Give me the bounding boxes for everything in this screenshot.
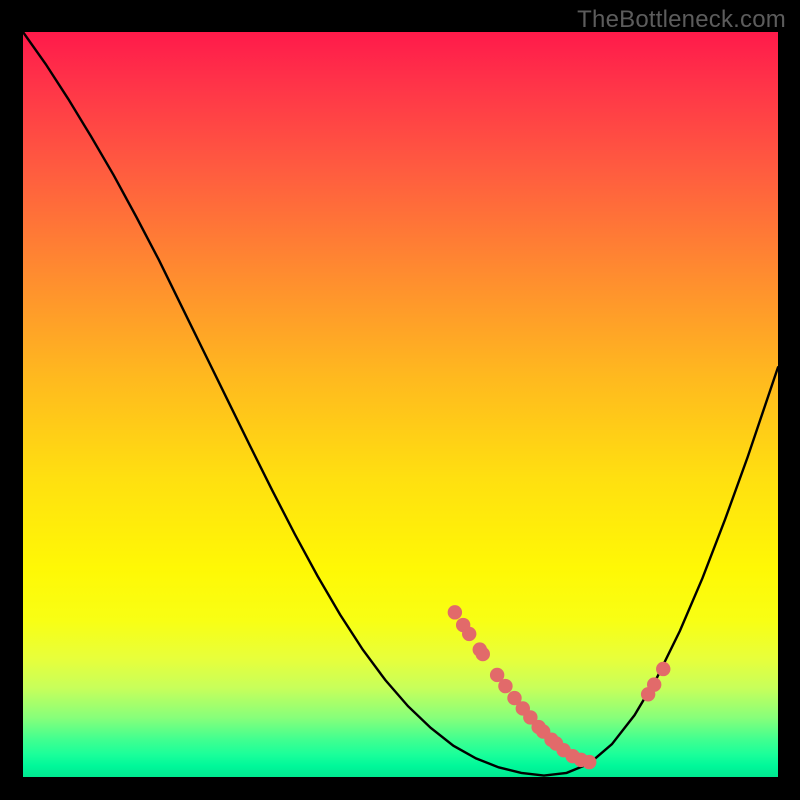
chart-plot-area	[23, 32, 778, 777]
chart-marker	[656, 662, 670, 676]
chart-marker	[448, 605, 462, 619]
chart-svg	[23, 32, 778, 777]
chart-marker	[582, 755, 596, 769]
chart-frame: TheBottleneck.com	[0, 0, 800, 800]
chart-marker	[647, 677, 661, 691]
watermark-text: TheBottleneck.com	[577, 6, 786, 34]
chart-marker	[476, 647, 490, 661]
chart-marker	[462, 627, 476, 641]
chart-markers	[448, 605, 671, 769]
chart-marker	[498, 679, 512, 693]
